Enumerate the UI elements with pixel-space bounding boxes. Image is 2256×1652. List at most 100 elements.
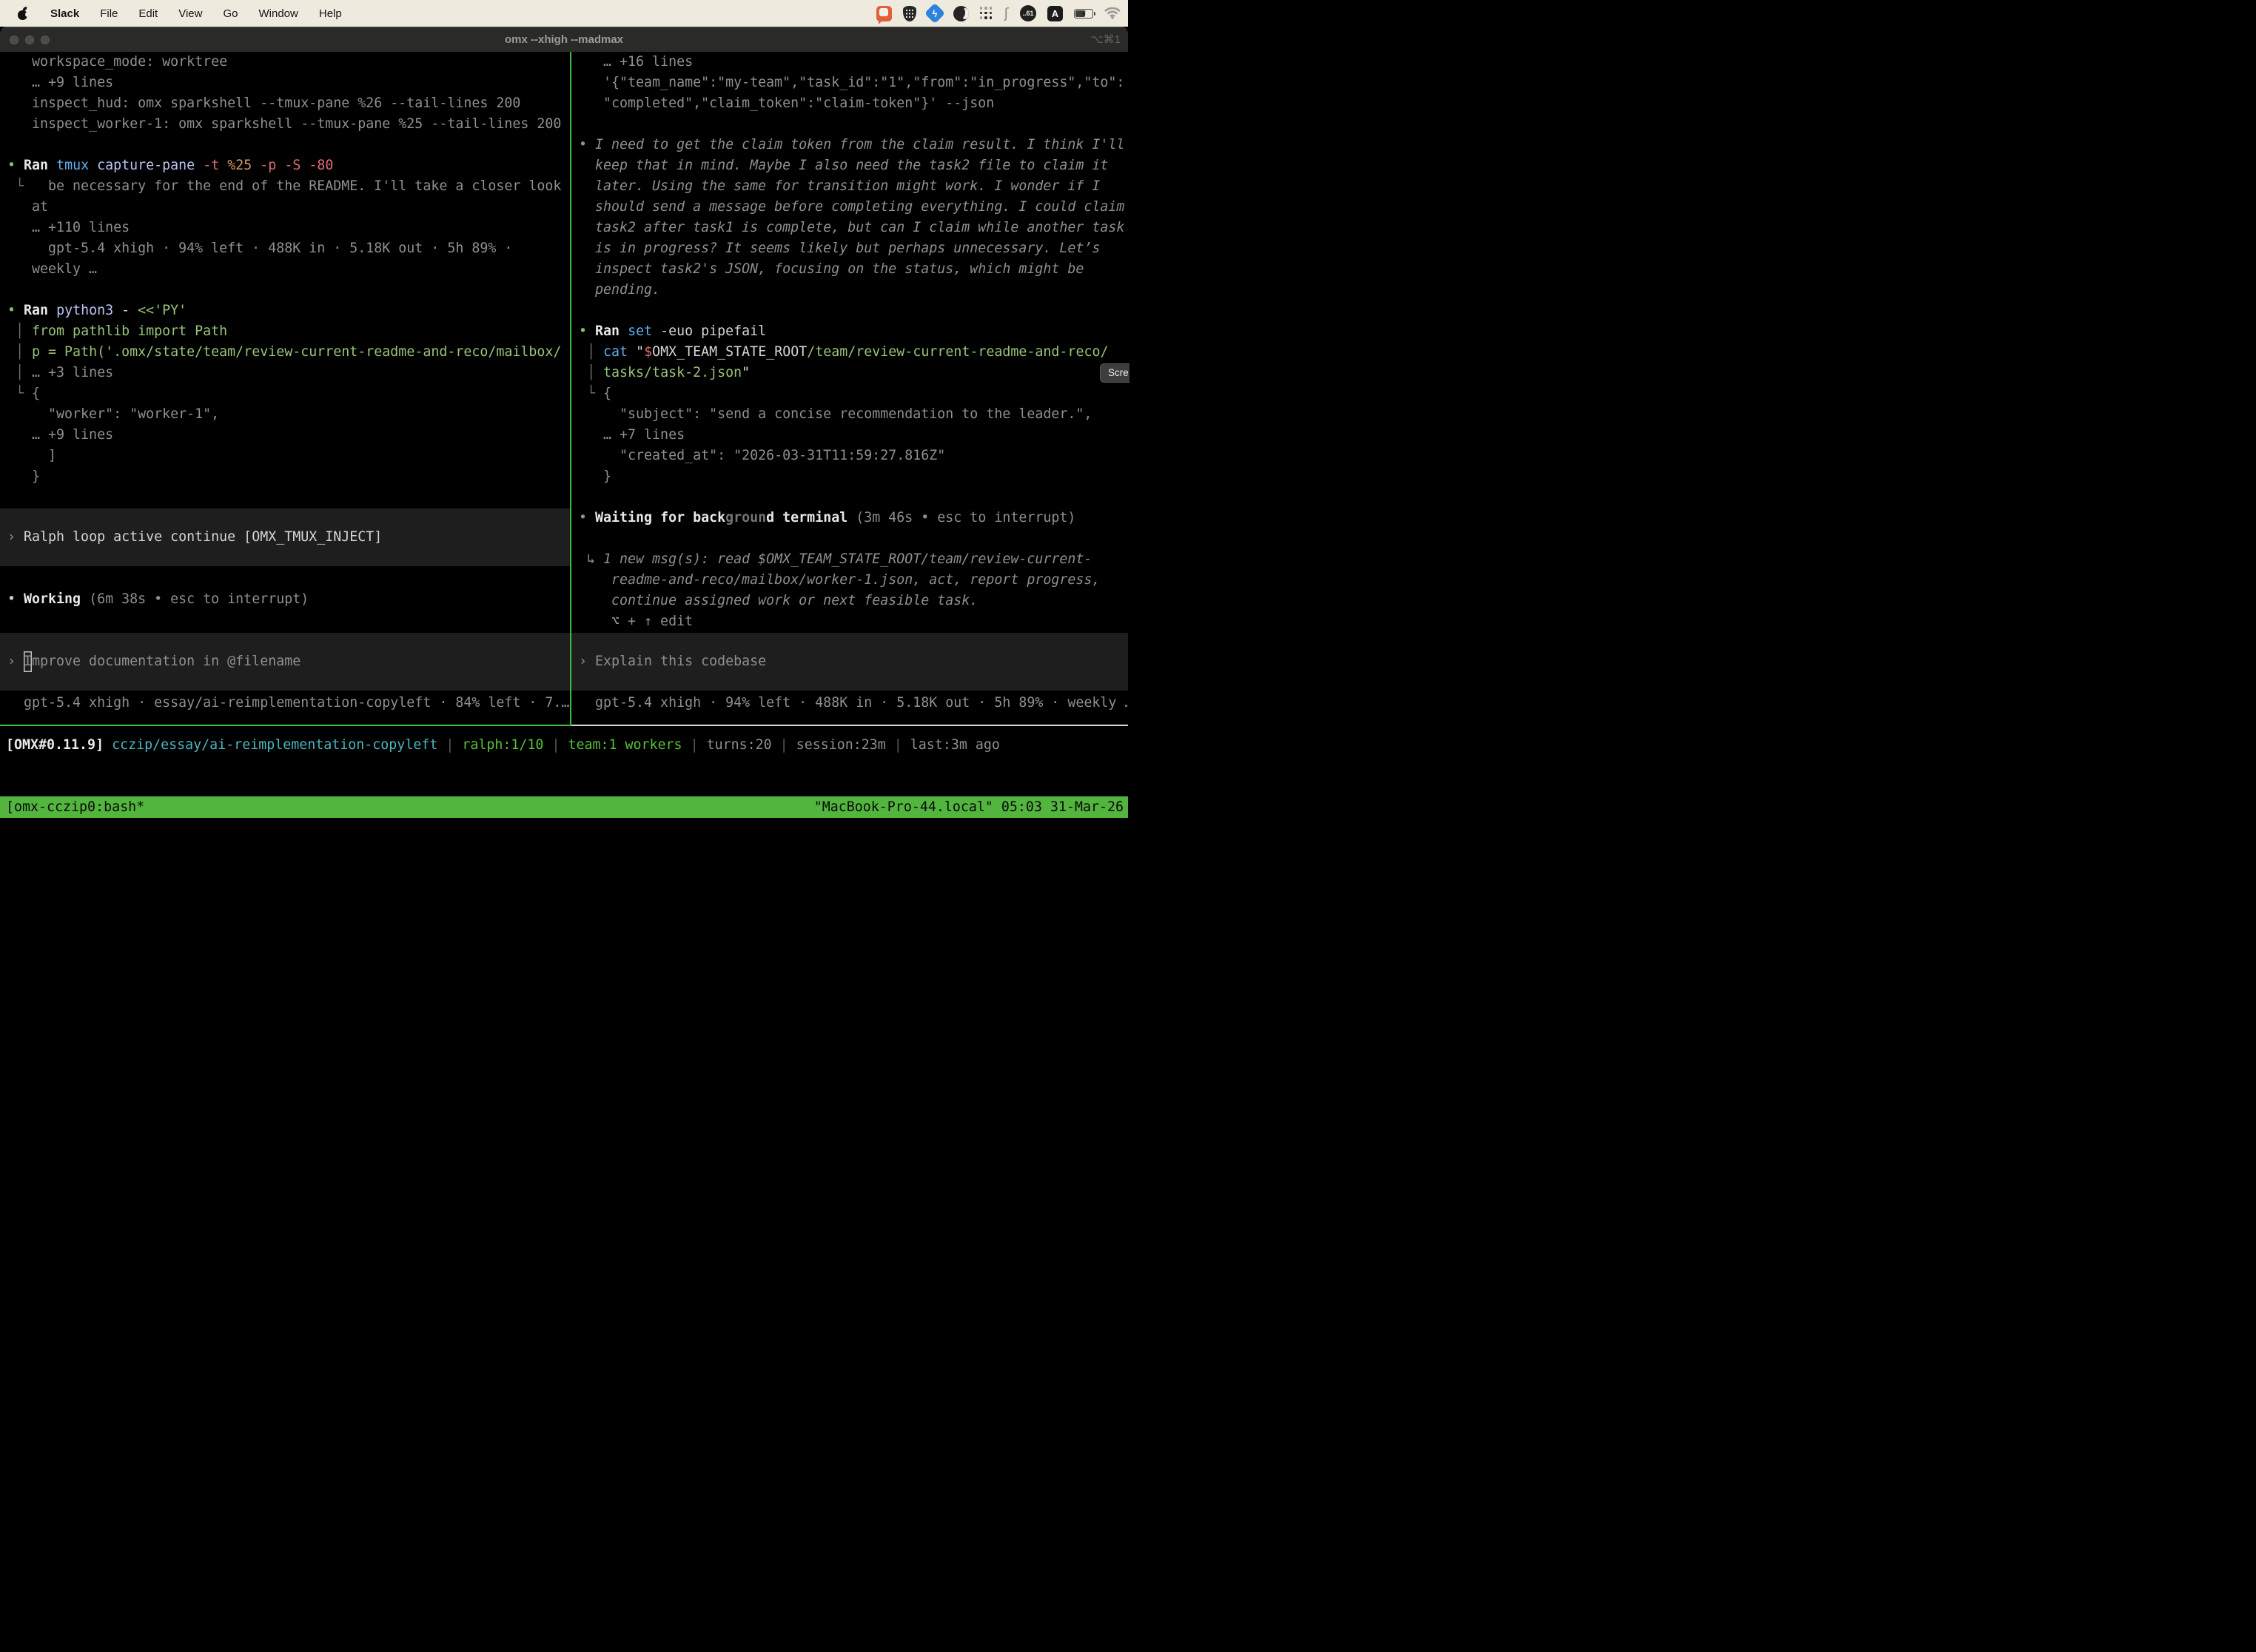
terminal-line: › Improve documentation in @filename [0, 651, 301, 672]
terminal-line: pending. [579, 280, 1128, 300]
terminal-line: ↳ 1 new msg(s): read $OMX_TEAM_STATE_ROO… [579, 549, 1128, 570]
text-segment: ↳ [579, 551, 603, 567]
text-segment: is in progress? It seems likely but perh… [579, 241, 1100, 256]
text-segment: • [7, 591, 24, 607]
text-segment [628, 344, 636, 360]
text-segment: • [579, 137, 595, 152]
text-segment: inspect task2's JSON, focusing on the st… [579, 261, 1084, 277]
terminal-line: • Ran python3 - <<'PY' [7, 300, 570, 321]
text-segment: } [7, 469, 40, 484]
text-segment: › [579, 654, 595, 669]
terminal-line: task2 after task1 is complete, but can I… [579, 218, 1128, 238]
terminal-line: ⌥ + ↑ edit [579, 611, 1128, 632]
text-segment: turns:20 [707, 737, 772, 753]
text-segment: ralph:1/10 [462, 737, 543, 753]
terminal-line: │ cat "$OMX_TEAM_STATE_ROOT/team/review-… [579, 342, 1128, 363]
text-segment: … +110 lines [7, 220, 130, 235]
terminal-line [579, 487, 1128, 508]
terminal-pane-left: workspace_mode: worktree … +9 lines insp… [0, 0, 570, 727]
terminal-line [579, 300, 1128, 321]
text-segment: keep that in mind. Maybe I also need the… [579, 158, 1108, 173]
text-segment: " [742, 365, 750, 380]
prompt-input-right[interactable]: › Explain this codebase [571, 633, 1128, 691]
text-segment [48, 158, 56, 173]
text-segment: -p [260, 158, 276, 173]
terminal-line: at [7, 197, 570, 218]
terminal-line: gpt-5.4 xhigh · essay/ai-reimplementatio… [7, 693, 570, 713]
text-segment [276, 158, 284, 173]
text-segment: - [121, 303, 130, 318]
text-segment: later. Using the same for transition mig… [579, 178, 1100, 194]
text-segment [104, 737, 112, 753]
tmux-session-name: [omx-cczip0:bash* [6, 796, 144, 818]
terminal-line: readme-and-reco/mailbox/worker-1.json, a… [579, 570, 1128, 591]
terminal-line: "worker": "worker-1", [7, 404, 570, 425]
prompt-input-left[interactable]: › Improve documentation in @filename [0, 633, 570, 691]
tmux-status-bar: [omx-cczip0:bash* "MacBook-Pro-44.local"… [0, 796, 1128, 818]
text-segment: └ [7, 386, 32, 401]
terminal-line: [OMX#0.11.9] cczip/essay/ai-reimplementa… [6, 735, 1000, 756]
text-segment: ] [7, 448, 56, 463]
text-segment: "subject": "send a concise recommendatio… [579, 406, 1092, 422]
text-segment: /team/review-current-readme-and-reco/ [807, 344, 1108, 360]
terminal-line: gpt-5.4 xhigh · 94% left · 488K in · 5.1… [579, 693, 1128, 713]
text-segment: "created_at": "2026-03-31T11:59:27.816Z" [579, 448, 945, 463]
text-segment: readme-and-reco/mailbox/worker-1.json, a… [579, 572, 1100, 588]
terminal-line: └ { [579, 383, 1128, 404]
text-segment: <<'PY' [138, 303, 187, 318]
pane-divider-vertical[interactable] [570, 52, 571, 726]
terminal-line: "created_at": "2026-03-31T11:59:27.816Z" [579, 446, 1128, 466]
terminal-line: … +9 lines [7, 73, 570, 93]
terminal-line: • Working (6m 38s • esc to interrupt) [7, 589, 570, 610]
text-segment: inspect_worker-1: omx sparkshell --tmux-… [7, 116, 561, 132]
text-segment: cat [603, 344, 628, 360]
terminal-line: … +110 lines [7, 218, 570, 238]
text-segment: Ran [24, 303, 48, 318]
working-status: • Working (6m 38s • esc to interrupt) [7, 589, 570, 610]
text-segment: weekly … [7, 261, 97, 277]
text-segment: | [886, 737, 910, 753]
text-segment: • [579, 323, 595, 339]
text-segment: … +7 lines [579, 427, 685, 443]
terminal-line: • Waiting for background terminal (3m 46… [579, 508, 1128, 528]
text-segment: '{"team_name":"my-team","task_id":"1","f… [579, 75, 1124, 90]
terminal-line: ] [7, 446, 570, 466]
text-segment: … +9 lines [7, 75, 113, 90]
text-segment: • [7, 303, 24, 318]
text-segment: tmux [56, 158, 89, 173]
right-session-status: gpt-5.4 xhigh · 94% left · 488K in · 5.1… [579, 693, 1128, 713]
text-segment: cczip/essay/ai-reimplementation-copyleft [112, 737, 437, 753]
text-segment: $ [644, 344, 652, 360]
text-segment [252, 158, 260, 173]
terminal-line: • I need to get the claim token from the… [579, 135, 1128, 155]
text-segment: | [543, 737, 568, 753]
text-segment: mprove documentation in @filename [32, 654, 301, 669]
terminal-line: inspect_worker-1: omx sparkshell --tmux-… [7, 114, 570, 135]
text-segment [48, 303, 56, 318]
pane-border-right-inactive [571, 725, 1128, 726]
text-segment: | [437, 737, 462, 753]
text-segment: │ [579, 344, 603, 360]
text-segment: -S [284, 158, 301, 173]
text-segment: Waiting for back [595, 510, 725, 526]
text-segment: python3 [56, 303, 113, 318]
text-segment: │ [7, 323, 32, 339]
text-segment: -80 [309, 158, 333, 173]
text-segment [219, 158, 227, 173]
terminal-line: … +16 lines [579, 52, 1128, 73]
left-session-status: gpt-5.4 xhigh · essay/ai-reimplementatio… [7, 693, 570, 713]
terminal-line: └ be necessary for the end of the README… [7, 176, 570, 197]
text-segment: session:23m [796, 737, 886, 753]
text-segment: • [579, 510, 595, 526]
text-segment: -t [203, 158, 219, 173]
text-segment [113, 303, 121, 318]
terminal-line: "completed","claim_token":"claim-token"}… [579, 93, 1128, 114]
screen-indicator-overlay[interactable]: Scre [1100, 363, 1129, 383]
text-segment: groun [725, 510, 766, 526]
text-segment: team:1 workers [568, 737, 682, 753]
terminal-line: workspace_mode: worktree [7, 52, 570, 73]
terminal-line: › Explain this codebase [571, 651, 766, 672]
text-segment: › [7, 529, 24, 545]
text-segment: should send a message before completing … [579, 199, 1124, 215]
text-segment: set [628, 323, 652, 339]
